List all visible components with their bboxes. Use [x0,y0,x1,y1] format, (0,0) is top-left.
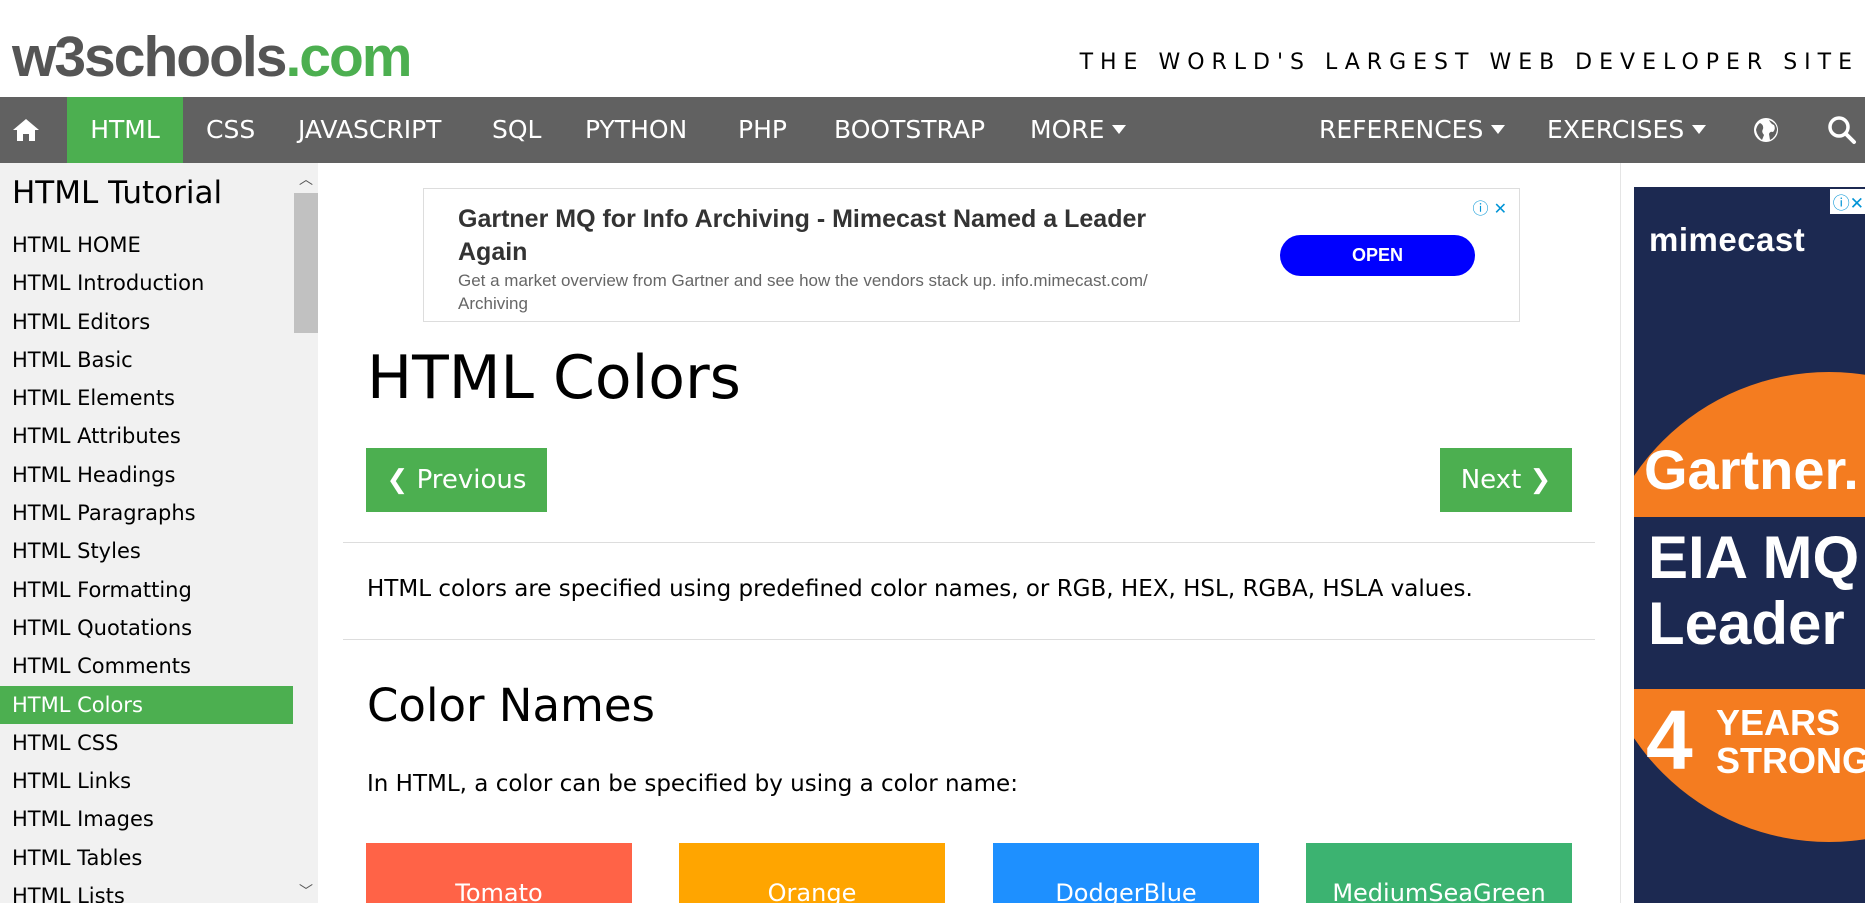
nav-sql[interactable]: SQL [492,97,541,163]
ad-years-line1: YEARS [1716,702,1841,743]
color-swatch-dodgerblue: DodgerBlue [993,843,1259,903]
sidebar-item-html-quotations[interactable]: HTML Quotations [0,609,293,647]
ad-close-icon[interactable]: ⓘ✕ [1829,189,1865,214]
top-header: w3schools.com THE WORLD'S LARGEST WEB DE… [0,0,1865,97]
ad-years-text: YEARS STRONG [1716,704,1865,780]
divider [343,542,1595,543]
color-swatch-mediumseagreen: MediumSeaGreen [1306,843,1572,903]
search-icon [1828,116,1856,144]
column-divider [1620,163,1621,903]
tagline: THE WORLD'S LARGEST WEB DEVELOPER SITE [1079,50,1859,75]
logo-suffix: .com [285,25,412,89]
nav-php[interactable]: PHP [738,97,787,163]
main-content: Gartner MQ for Info Archiving - Mimecast… [318,163,1620,903]
logo-main: w3schools [12,25,287,89]
previous-button[interactable]: ❮ Previous [366,448,547,512]
caret-down-icon [1491,124,1506,134]
sidebar-item-html-headings[interactable]: HTML Headings [0,456,293,494]
caret-down-icon [1692,124,1707,134]
color-swatch-orange: Orange [679,843,945,903]
sidebar-item-html-elements[interactable]: HTML Elements [0,379,293,417]
nav-sql-label: SQL [492,115,542,144]
next-button[interactable]: Next ❯ [1440,448,1572,512]
sidebar-item-html-css[interactable]: HTML CSS [0,724,293,762]
scroll-up-icon[interactable]: ︿ [299,169,313,189]
section-text: In HTML, a color can be specified by usi… [367,771,1018,797]
nav-bootstrap[interactable]: BOOTSTRAP [834,97,985,163]
sidebar-item-html-basic[interactable]: HTML Basic [0,341,293,379]
page-title: HTML Colors [367,343,741,413]
nav-more-label: MORE [1030,115,1105,144]
caret-down-icon [1112,124,1127,134]
nav-python[interactable]: PYTHON [585,97,687,163]
nav-home[interactable] [0,97,52,163]
ad-years-line2: STRONG [1716,740,1865,781]
sidebar-item-html-editors[interactable]: HTML Editors [0,303,293,341]
sidebar-item-html-styles[interactable]: HTML Styles [0,532,293,570]
nav-html-label: HTML [90,115,160,144]
globe-icon [1754,118,1778,142]
home-icon [13,119,39,141]
nav-javascript[interactable]: JAVASCRIPT [298,97,441,163]
nav-css-label: CSS [206,115,256,144]
nav-exercises-label: EXERCISES [1547,115,1685,144]
sidebar-item-html-lists[interactable]: HTML Lists [0,877,293,903]
sidebar-item-html-formatting[interactable]: HTML Formatting [0,571,293,609]
ad-headline-line1: EIA MQ [1648,524,1860,591]
divider [343,639,1595,640]
right-advertisement[interactable]: mimecast ⓘ✕ Gartner. EIA MQ Leader 4 YEAR… [1634,187,1865,903]
swatch-label: Orange [767,879,857,903]
color-swatch-tomato: Tomato [366,843,632,903]
ad-gartner-text: Gartner. [1644,438,1859,501]
sidebar-item-html-introduction[interactable]: HTML Introduction [0,264,293,302]
nav-javascript-label: JAVASCRIPT [298,115,442,144]
sidebar-item-html-paragraphs[interactable]: HTML Paragraphs [0,494,293,532]
nav-php-label: PHP [738,115,787,144]
ad-headline: EIA MQ Leader [1648,525,1859,657]
ad-close-icon[interactable]: ⓘ ✕ [1473,195,1508,219]
top-navbar: HTML CSS JAVASCRIPT SQL PYTHON PHP BOOTS… [0,97,1865,163]
nav-globe[interactable] [1748,97,1784,163]
sidebar-item-html-attributes[interactable]: HTML Attributes [0,417,293,455]
ad-years-number: 4 [1646,693,1693,787]
sidebar-item-html-home[interactable]: HTML HOME [0,226,293,264]
nav-references-label: REFERENCES [1319,115,1484,144]
nav-exercises[interactable]: EXERCISES [1547,97,1707,163]
section-title: Color Names [367,679,655,732]
ad-brand: mimecast [1649,221,1806,258]
sidebar-item-html-images[interactable]: HTML Images [0,800,293,838]
sidebar-item-html-tables[interactable]: HTML Tables [0,839,293,877]
nav-css[interactable]: CSS [206,97,255,163]
swatch-label: Tomato [455,879,543,903]
nav-html[interactable]: HTML [67,97,183,163]
sidebar-item-html-colors[interactable]: HTML Colors [0,685,293,724]
intro-text: HTML colors are specified using predefin… [367,576,1473,602]
top-advertisement[interactable]: Gartner MQ for Info Archiving - Mimecast… [423,188,1520,322]
w3schools-logo[interactable]: w3schools.com [12,22,412,92]
scroll-thumb[interactable] [294,193,318,333]
sidebar-item-html-comments[interactable]: HTML Comments [0,647,293,685]
nav-search[interactable] [1822,97,1862,163]
swatch-label: DodgerBlue [1055,879,1197,903]
nav-python-label: PYTHON [585,115,688,144]
ad-open-button[interactable]: OPEN [1280,235,1475,276]
ad-title[interactable]: Gartner MQ for Info Archiving - Mimecast… [458,203,1218,269]
sidebar-list: HTML HOME HTML Introduction HTML Editors… [0,226,293,903]
nav-more[interactable]: MORE [1030,97,1127,163]
swatch-label: MediumSeaGreen [1332,879,1546,903]
sidebar: HTML Tutorial HTML HOME HTML Introductio… [0,163,294,903]
ad-description: Get a market overview from Gartner and s… [458,271,1148,313]
sidebar-scrollbar[interactable]: ︿ ﹀ [294,163,318,903]
nav-references[interactable]: REFERENCES [1319,97,1506,163]
sidebar-item-html-links[interactable]: HTML Links [0,762,293,800]
ad-headline-line2: Leader [1648,590,1845,657]
nav-bootstrap-label: BOOTSTRAP [834,115,986,144]
sidebar-title: HTML Tutorial [12,175,223,211]
scroll-down-icon[interactable]: ﹀ [299,881,313,901]
